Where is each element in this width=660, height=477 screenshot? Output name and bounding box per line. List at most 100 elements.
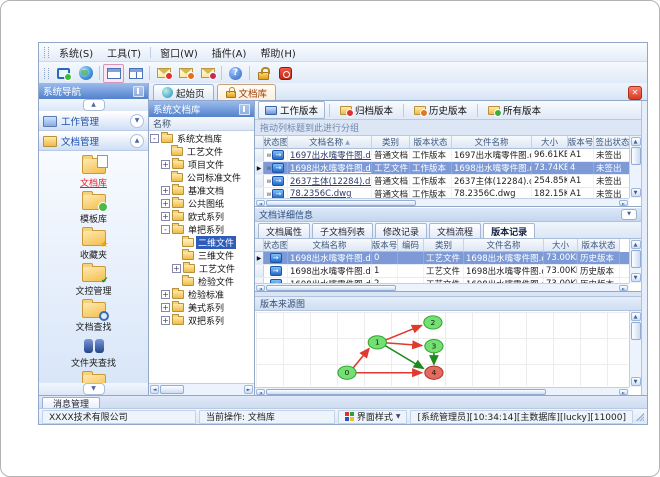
horizontal-scrollbar[interactable]: ◄ ► [149, 383, 254, 395]
tree-node[interactable]: - 系统文档库 [149, 132, 254, 145]
scroll-down-arrow[interactable]: ▼ [630, 273, 641, 282]
scroll-right-arrow[interactable]: ► [619, 388, 628, 395]
tree-node[interactable]: + 工艺文件 [149, 262, 254, 275]
scroll-thumb[interactable] [266, 284, 396, 291]
scroll-thumb[interactable] [266, 199, 416, 206]
version-node-4[interactable]: 4 [424, 365, 444, 380]
tree-node[interactable]: + 美式系列 [149, 301, 254, 314]
shutdown-icon-button[interactable] [275, 64, 296, 83]
mail-error-icon-button[interactable] [197, 64, 218, 83]
globe-icon-button[interactable] [75, 64, 96, 83]
sidebar-scroll-up-button[interactable]: ▲ [82, 99, 105, 111]
table-row[interactable]: w→1697出水嘴零件图.dwg普通文档工作版本1697出水嘴零件图.dwg96… [255, 149, 629, 162]
sidebar-item-templates[interactable]: 模板库 [39, 191, 148, 225]
history-version-button[interactable]: 历史版本 [408, 102, 473, 118]
column-header[interactable]: 大小 [544, 239, 578, 252]
work-version-button[interactable]: 工作版本 [258, 101, 326, 119]
expand-icon[interactable]: + [161, 160, 170, 169]
expand-icon[interactable]: + [161, 212, 170, 221]
sidebar-scroll-down-button[interactable]: ▼ [82, 383, 105, 395]
scroll-thumb[interactable] [630, 322, 641, 340]
menu-item[interactable]: 帮助(H) [253, 44, 302, 61]
version-node-1[interactable]: 1 [367, 335, 387, 350]
help-icon-button[interactable] [225, 64, 246, 83]
toolbar-drag-handle[interactable] [44, 67, 49, 79]
menu-item[interactable]: 插件(A) [205, 44, 254, 61]
version-node-3[interactable]: 3 [424, 339, 444, 354]
scroll-right-arrow[interactable]: ► [619, 199, 628, 206]
column-header[interactable]: 类别 [424, 239, 464, 252]
detail-tab[interactable]: 修改记录 [375, 223, 428, 238]
column-header[interactable]: 文件名称 [452, 136, 532, 149]
tree-column-header[interactable]: 名称 [149, 117, 254, 131]
chevron-up-icon[interactable]: ▲ [130, 134, 144, 148]
tree-node[interactable]: - 单把系列 [149, 223, 254, 236]
window-split-icon-button[interactable] [125, 64, 146, 83]
menu-item[interactable]: 工具(T) [100, 44, 148, 61]
table-row[interactable]: w→2637主体(12284).dwg普通文档工作版本2637主体(12284)… [255, 175, 629, 188]
sidebar-item-library[interactable]: 文档库 [39, 155, 148, 189]
detail-tab[interactable]: 文档流程 [429, 223, 482, 238]
details-collapse-button[interactable]: ▼ [621, 209, 637, 220]
pin-icon[interactable] [239, 103, 250, 115]
column-header[interactable]: 版本号 [568, 136, 594, 149]
tree-node[interactable]: 工艺文件 [149, 145, 254, 158]
mail-forward-icon-button[interactable] [175, 64, 196, 83]
table-row[interactable]: ▶→1698出水嘴零件图.dwg0工艺文件1698出水嘴零件图.dwg73.00… [255, 252, 629, 265]
scroll-left-arrow[interactable]: ◄ [256, 284, 265, 291]
scroll-left-arrow[interactable]: ◄ [256, 388, 265, 395]
detail-tab[interactable]: 版本记录 [483, 223, 536, 238]
table-row[interactable]: ▶w→1698出水嘴零件图.dwg工艺文件工作版本1698出水嘴零件图.dwg7… [255, 162, 629, 175]
table-row[interactable]: →1698出水嘴零件图.dwg1工艺文件1698出水嘴零件图.dwg73.00K… [255, 265, 629, 278]
scroll-left-arrow[interactable]: ◄ [150, 385, 159, 394]
column-header[interactable]: 版本状态 [578, 239, 620, 252]
collapse-icon[interactable]: - [161, 225, 170, 234]
sidebar-panel-document-management[interactable]: 文档管理 ▲ [39, 131, 148, 151]
sidebar-item-checked-out[interactable]: 签出的文档 [39, 371, 148, 383]
horizontal-scrollbar[interactable]: ◄ ► [255, 198, 629, 206]
resize-grip[interactable] [636, 412, 644, 421]
expand-icon[interactable]: + [161, 199, 170, 208]
version-node-0[interactable]: 0 [337, 365, 357, 380]
pin-icon[interactable] [133, 85, 144, 97]
expand-icon[interactable]: + [161, 303, 170, 312]
horizontal-scrollbar[interactable]: ◄ ► [255, 283, 629, 291]
ui-style-button[interactable]: 界面样式 ▼ [337, 409, 408, 424]
detail-tab[interactable]: 文档属性 [258, 223, 311, 238]
tree-node[interactable]: + 检验标准 [149, 288, 254, 301]
sidebar-panel-work-management[interactable]: 工作管理 ▼ [39, 111, 148, 131]
column-header[interactable]: 版本号 [372, 239, 398, 252]
sidebar-item-doc-search[interactable]: 文档查找 [39, 299, 148, 333]
menu-item[interactable]: 窗口(W) [153, 44, 205, 61]
scroll-thumb[interactable] [630, 250, 641, 268]
lock-icon-button[interactable] [253, 64, 274, 83]
menu-drag-handle[interactable] [44, 46, 49, 58]
tree-node[interactable]: + 欧式系列 [149, 210, 254, 223]
tree-node[interactable]: 三维文件 [149, 249, 254, 262]
tree-node[interactable]: 检验文件 [149, 275, 254, 288]
column-header[interactable]: 类别 [372, 136, 410, 149]
column-header[interactable]: 版本状态 [410, 136, 452, 149]
column-header[interactable]: 编码 [398, 239, 424, 252]
scroll-right-arrow[interactable]: ► [619, 284, 628, 291]
table-row[interactable]: w → 78.2356C.dwg 普通文档 工作版本 78.2356C.dwg 182.15… [255, 188, 629, 198]
scroll-up-arrow[interactable]: ▲ [630, 312, 641, 321]
column-header[interactable]: 文件名称 [464, 239, 544, 252]
scroll-left-arrow[interactable]: ◄ [256, 199, 265, 206]
tab-start-page[interactable]: 起始页 [153, 84, 214, 100]
expand-icon[interactable]: + [161, 186, 170, 195]
column-header[interactable]: 文档名称 [288, 239, 372, 252]
tree-node[interactable]: 二维文件 [149, 236, 254, 249]
horizontal-scrollbar[interactable]: ◄ ► [255, 387, 629, 395]
tree-node[interactable]: 公司标准文件 [149, 171, 254, 184]
tree-node[interactable]: + 基准文档 [149, 184, 254, 197]
menu-item[interactable]: 系统(S) [52, 44, 100, 61]
tab-document-library[interactable]: 文档库 [216, 84, 277, 100]
expand-icon[interactable]: + [161, 290, 170, 299]
archive-version-button[interactable]: 归档版本 [334, 102, 399, 118]
window-icon-button[interactable] [103, 63, 124, 83]
sidebar-item-folder-search[interactable]: 文件夹查找 [39, 338, 148, 369]
vertical-scrollbar[interactable]: ▲ ▼ [629, 239, 641, 283]
expand-icon[interactable]: + [172, 264, 181, 273]
scroll-thumb[interactable] [160, 385, 184, 394]
